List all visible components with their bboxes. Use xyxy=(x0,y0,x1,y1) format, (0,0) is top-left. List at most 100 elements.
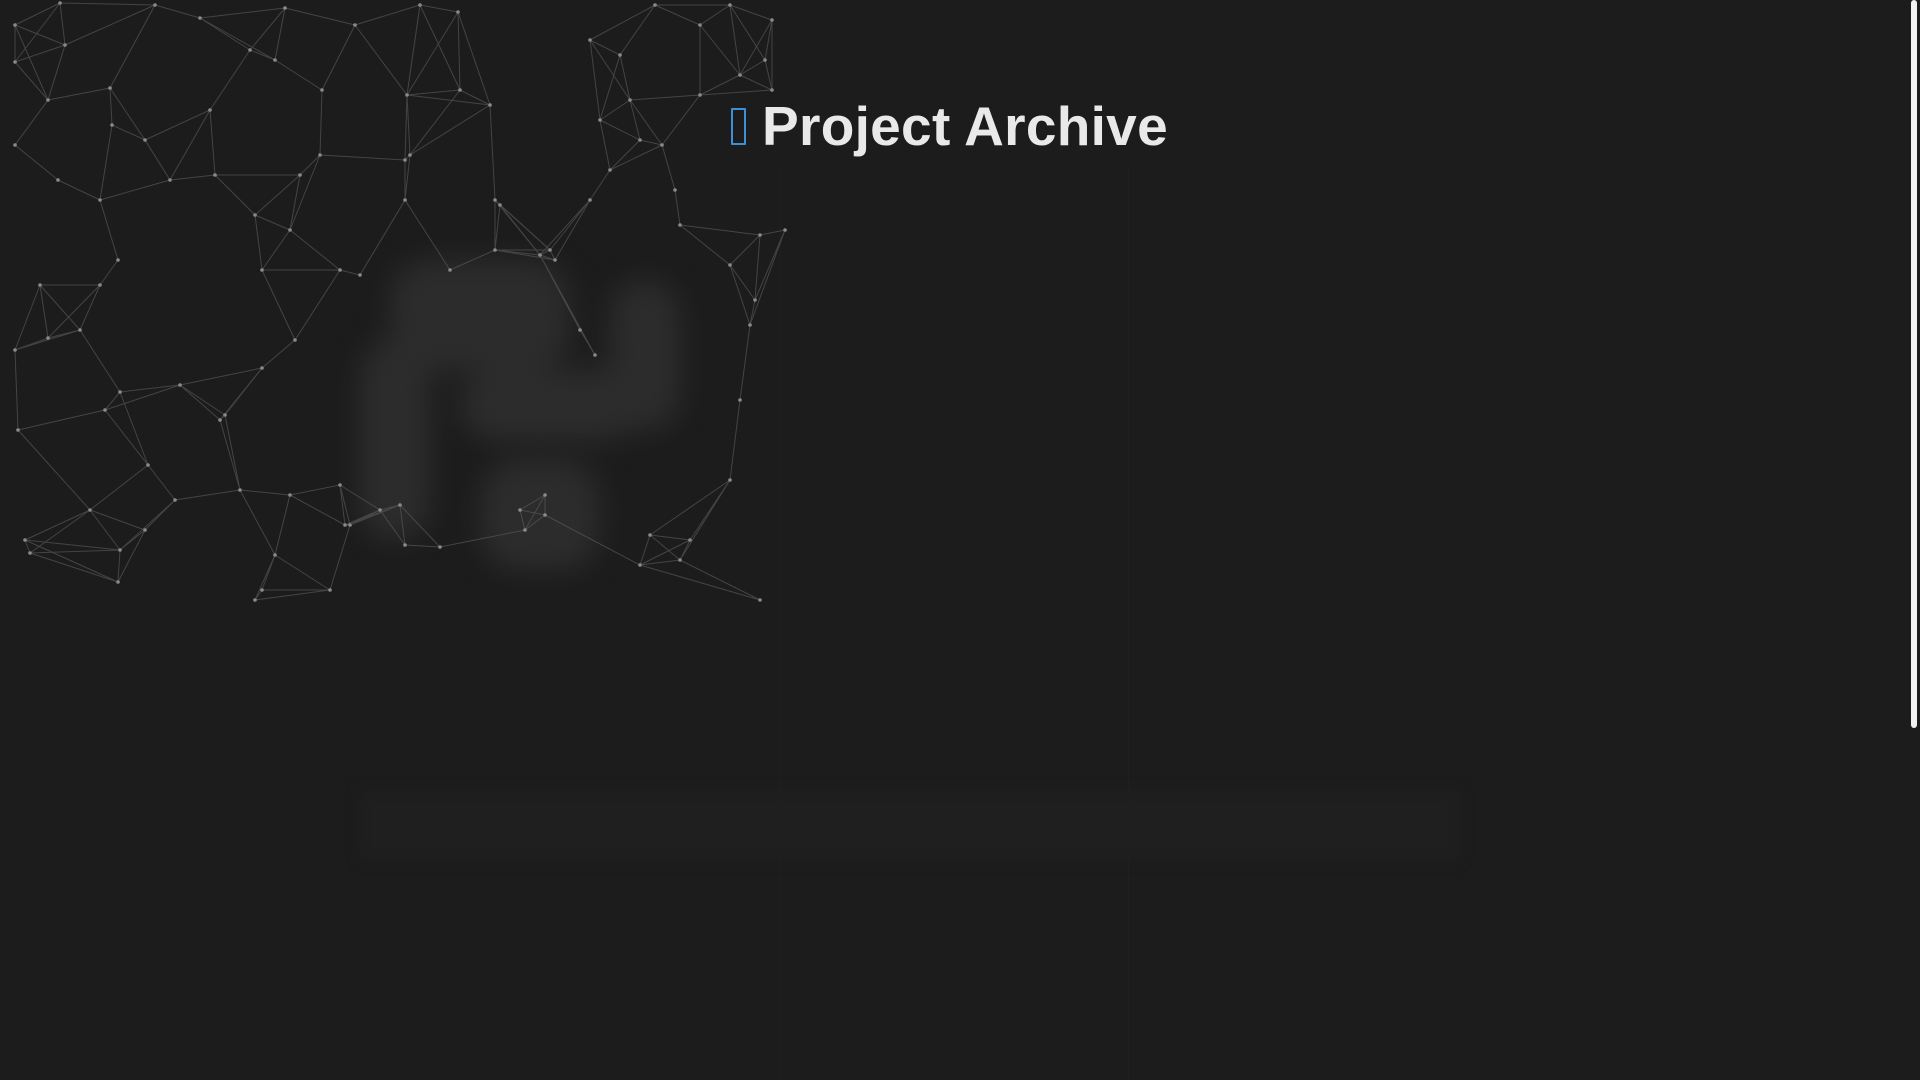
network-line xyxy=(739,59,766,76)
network-line xyxy=(59,2,66,46)
network-node xyxy=(353,23,357,27)
network-line xyxy=(406,11,459,96)
network-line xyxy=(254,214,263,271)
network-line xyxy=(749,229,786,326)
network-line xyxy=(554,199,591,261)
network-line xyxy=(404,154,411,201)
scrollbar-thumb[interactable] xyxy=(1911,0,1917,728)
network-line xyxy=(254,214,291,231)
network-line xyxy=(629,99,641,141)
network-node xyxy=(16,428,20,432)
vertical-scrollbar[interactable] xyxy=(1908,0,1920,1080)
network-node xyxy=(763,58,767,62)
particle-network xyxy=(13,1,787,602)
network-node xyxy=(143,138,147,142)
network-node xyxy=(38,283,42,287)
network-line xyxy=(17,409,106,431)
network-node xyxy=(168,178,172,182)
network-node xyxy=(288,493,292,497)
network-line xyxy=(117,549,121,583)
network-line xyxy=(14,349,19,431)
network-line xyxy=(599,119,641,141)
network-node xyxy=(458,88,462,92)
network-line xyxy=(409,104,491,156)
network-line xyxy=(404,544,441,548)
network-node xyxy=(738,73,742,77)
network-line xyxy=(439,529,526,548)
network-node xyxy=(338,483,342,487)
network-line xyxy=(549,199,591,251)
network-line xyxy=(249,7,286,51)
network-node xyxy=(223,413,227,417)
network-node xyxy=(13,60,17,64)
network-line xyxy=(57,179,101,201)
network-line xyxy=(199,17,276,61)
network-line xyxy=(59,2,156,6)
network-line xyxy=(169,174,216,181)
network-line xyxy=(179,384,221,421)
network-line xyxy=(599,54,621,121)
network-node xyxy=(378,508,382,512)
network-node xyxy=(260,588,264,592)
network-line xyxy=(261,339,296,369)
network-node xyxy=(398,503,402,507)
network-line xyxy=(649,534,691,541)
network-line xyxy=(679,479,731,561)
network-node xyxy=(328,588,332,592)
network-line xyxy=(144,499,176,531)
network-line xyxy=(147,464,176,501)
network-node xyxy=(538,253,542,257)
network-line xyxy=(289,494,346,526)
network-line xyxy=(294,269,341,341)
network-node xyxy=(273,553,277,557)
network-node xyxy=(46,336,50,340)
network-node xyxy=(213,173,217,177)
network-line xyxy=(406,89,461,96)
network-node xyxy=(758,233,762,237)
network-line xyxy=(17,429,91,511)
network-line xyxy=(284,7,356,26)
network-line xyxy=(494,204,501,251)
network-node xyxy=(498,203,502,207)
network-line xyxy=(339,269,361,276)
network-node xyxy=(770,18,774,22)
network-line xyxy=(339,484,381,511)
network-line xyxy=(499,204,541,256)
network-node xyxy=(253,213,257,217)
network-node xyxy=(628,98,632,102)
network-node xyxy=(343,523,347,527)
network-line xyxy=(174,489,241,501)
network-line xyxy=(661,94,701,146)
network-node xyxy=(178,383,182,387)
missing-glyph-icon xyxy=(731,107,746,145)
page-title: Project Archive xyxy=(762,95,1168,157)
network-node xyxy=(288,228,292,232)
network-line xyxy=(144,109,211,141)
network-line xyxy=(14,337,49,351)
network-line xyxy=(24,509,91,541)
network-line xyxy=(289,229,341,271)
network-node xyxy=(673,188,677,192)
network-node xyxy=(698,23,702,27)
network-node xyxy=(118,390,122,394)
network-line xyxy=(519,509,526,531)
network-line xyxy=(209,109,216,176)
network-node xyxy=(153,3,157,7)
network-line xyxy=(354,4,421,26)
network-line xyxy=(544,514,641,566)
network-node xyxy=(63,43,67,47)
network-line xyxy=(47,284,101,339)
network-node xyxy=(293,338,297,342)
network-line xyxy=(154,4,201,19)
network-line xyxy=(524,494,546,531)
network-line xyxy=(254,554,276,601)
network-line xyxy=(89,509,121,551)
network-node xyxy=(608,168,612,172)
network-node xyxy=(298,173,302,177)
network-line xyxy=(224,414,241,491)
network-node xyxy=(248,48,252,52)
network-line xyxy=(419,4,459,13)
network-node xyxy=(78,328,82,332)
network-node xyxy=(320,88,324,92)
network-line xyxy=(729,264,751,326)
